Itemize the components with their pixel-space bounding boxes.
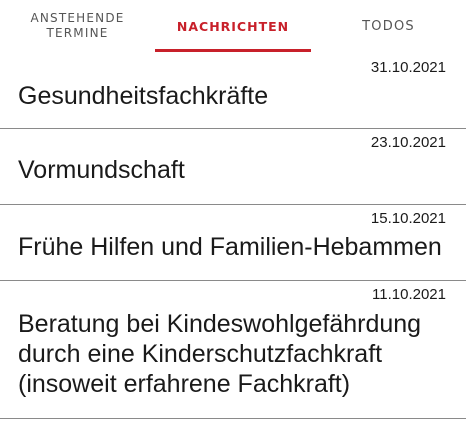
news-item-title: Vormundschaft <box>18 156 185 184</box>
tab-label-todos: TODOS <box>362 19 415 34</box>
tab-label-line-2: TERMINE <box>46 26 109 40</box>
news-item-vormundschaft[interactable]: 23.10.2021 Vormundschaft <box>0 129 466 205</box>
news-item-title: Frühe Hilfen und Familien-Hebammen <box>18 233 442 261</box>
tab-label-line-1: ANSTEHENDE <box>30 11 125 25</box>
tab-label-upcoming-appointments: ANSTEHENDE TERMINE <box>30 11 124 41</box>
news-item-date: 11.10.2021 <box>372 286 446 303</box>
news-item-date: 23.10.2021 <box>370 134 446 151</box>
tab-news[interactable]: NACHRICHTEN <box>155 0 311 54</box>
news-item-title: Beratung bei Kindeswohlgefährdung durch … <box>18 310 422 398</box>
tab-upcoming-appointments[interactable]: ANSTEHENDE TERMINE <box>0 0 155 54</box>
news-item-date: 31.10.2021 <box>370 59 446 76</box>
news-item-date: 15.10.2021 <box>370 210 446 227</box>
news-item-beratung-kindeswohlgefaehrdung[interactable]: 11.10.2021 Beratung bei Kindeswohlgefähr… <box>0 281 466 419</box>
news-item-fruehe-hilfen[interactable]: 15.10.2021 Frühe Hilfen und Familien-Heb… <box>0 205 466 281</box>
news-item-title: Gesundheitsfachkräfte <box>18 82 269 110</box>
tab-todos[interactable]: TODOS <box>311 0 466 54</box>
active-tab-indicator <box>155 49 311 52</box>
tab-label-news: NACHRICHTEN <box>176 19 290 34</box>
tab-bar: ANSTEHENDE TERMINE NACHRICHTEN TODOS <box>0 0 466 54</box>
news-item-gesundheitsfachkraefte[interactable]: 31.10.2021 Gesundheitsfachkräfte <box>0 54 466 129</box>
news-list: 31.10.2021 Gesundheitsfachkräfte 23.10.2… <box>0 54 466 419</box>
